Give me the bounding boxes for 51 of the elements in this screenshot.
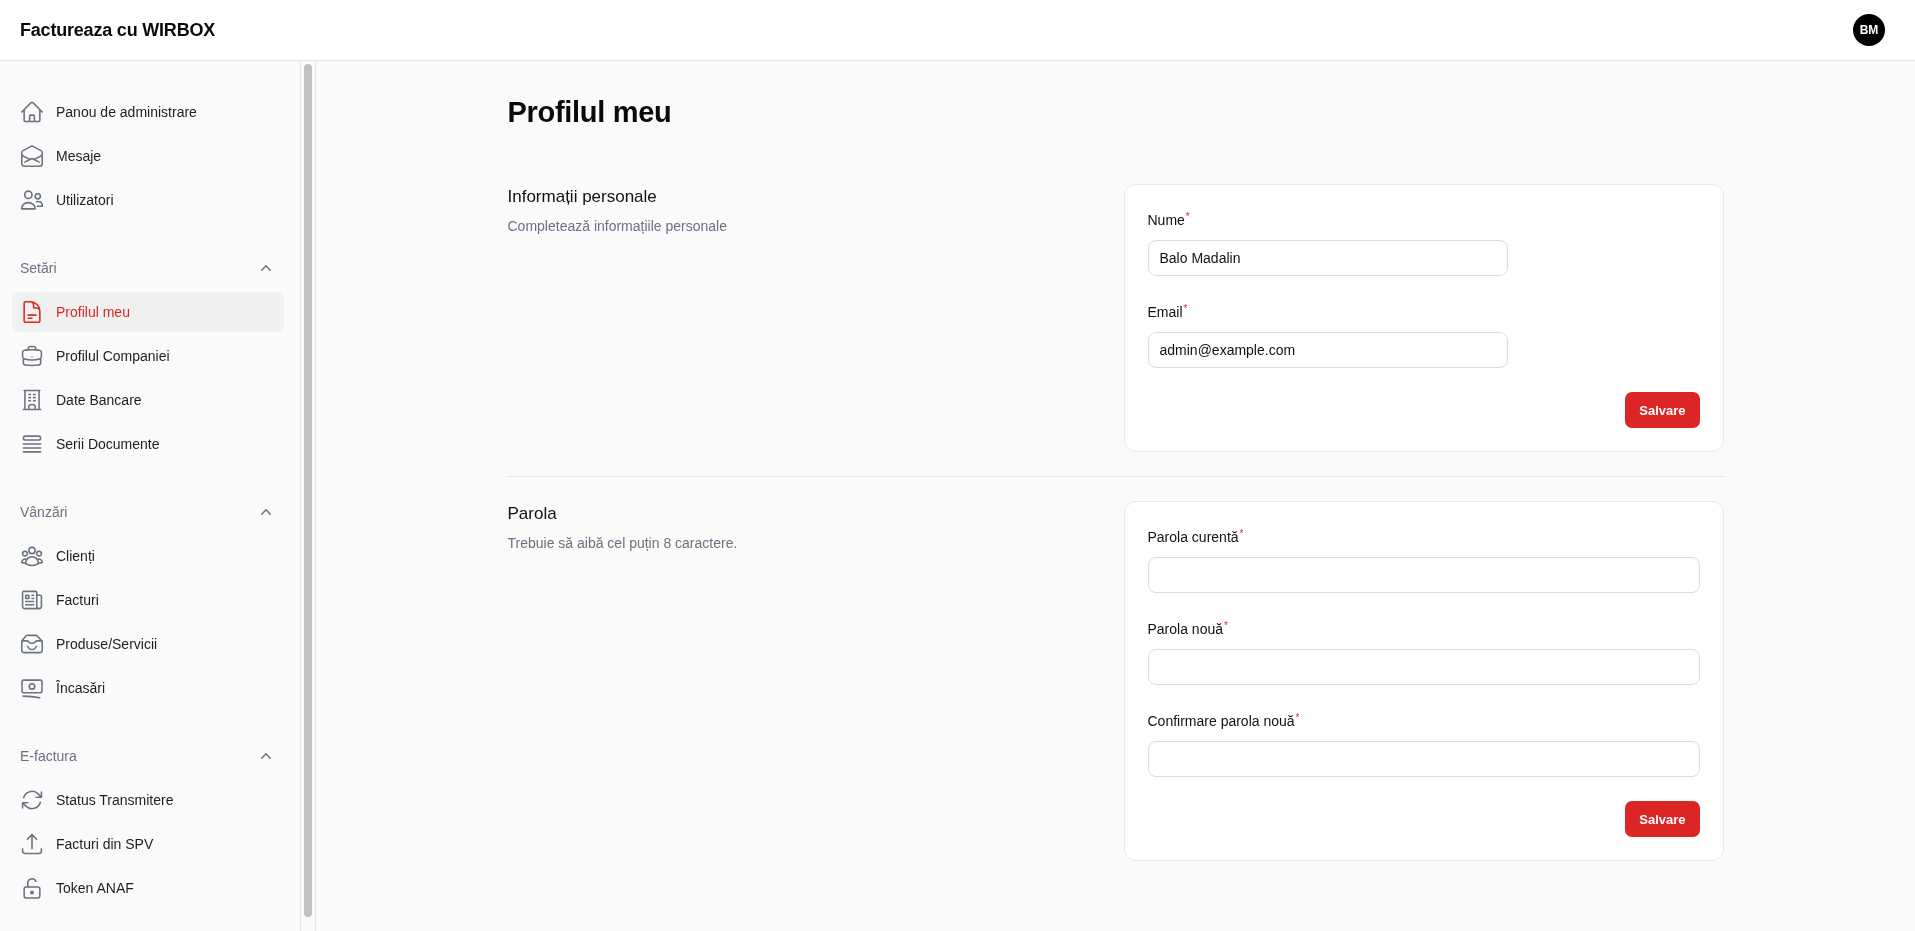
sidebar-item[interactable]: Serii Documente <box>12 424 284 464</box>
section-title: Informații personale <box>507 186 658 208</box>
refresh-icon <box>21 789 43 811</box>
sidebar-item[interactable]: Profilul meu <box>12 292 284 332</box>
upload-icon <box>21 833 43 855</box>
sidebar-item[interactable]: Status Transmitere <box>12 780 284 820</box>
document-icon <box>21 301 43 323</box>
banknote-icon <box>21 677 43 699</box>
briefcase-icon <box>21 345 43 367</box>
save-button[interactable]: Salvare <box>1625 392 1700 428</box>
sidebar-item[interactable]: Utilizatori <box>12 180 284 220</box>
password-field[interactable] <box>1147 649 1700 685</box>
page-title: Profilul meu <box>507 95 673 130</box>
sidebar-item[interactable]: Facturi din SPV <box>12 824 284 864</box>
password-field[interactable] <box>1147 557 1700 593</box>
padlock-icon <box>21 877 43 899</box>
user-group-icon <box>21 545 43 567</box>
field-label: Parola nouă$^{*}$ <box>1147 619 1229 639</box>
sidebar-item[interactable]: Profilul Companiei <box>12 336 284 376</box>
sidebar-item[interactable]: Panou de administrare <box>12 92 284 132</box>
field-label: Confirmare parola nouă$^{*}$ <box>1147 711 1301 731</box>
newspaper-icon <box>21 589 43 611</box>
building-icon <box>21 389 43 411</box>
scrollbar[interactable] <box>304 64 312 917</box>
field-label: Parola curentă$^{*}$ <box>1147 527 1245 547</box>
list-icon <box>21 433 43 455</box>
password-field[interactable] <box>1147 741 1700 777</box>
section-description: Trebuie să aibă cel puțin 8 caractere. <box>507 534 738 553</box>
input-field[interactable]: Balo Madalin <box>1147 240 1508 276</box>
sidebar-item[interactable]: Produse/Servicii <box>12 624 284 664</box>
sidebar-item[interactable]: Token ANAF <box>12 868 284 908</box>
sidebar-item[interactable]: Date Bancare <box>12 380 284 420</box>
sidebar-section-toggle[interactable]: E-factura <box>12 736 284 776</box>
field-label: Nume$^{*}$ <box>1147 210 1191 230</box>
sidebar-section-toggle[interactable]: Setări <box>12 248 284 288</box>
input-field[interactable]: admin@example.com <box>1147 332 1508 368</box>
envelope-icon <box>21 145 43 167</box>
user-avatar[interactable]: BM <box>1853 14 1885 46</box>
sidebar-item[interactable]: Mesaje <box>12 136 284 176</box>
sidebar-item[interactable]: Clienți <box>12 536 284 576</box>
section-description: Completează informațiile personale <box>507 217 727 236</box>
section-title: Parola <box>507 503 558 525</box>
sidebar-item[interactable]: Încasări <box>12 668 284 708</box>
sidebar-section-toggle[interactable]: Vânzări <box>12 492 284 532</box>
tray-icon <box>21 633 43 655</box>
app-title: Factureaza cu WIRBOX <box>20 19 216 41</box>
save-button[interactable]: Salvare <box>1625 801 1700 837</box>
home-icon <box>21 101 43 123</box>
users-icon <box>21 189 43 211</box>
sidebar-item[interactable]: Facturi <box>12 580 284 620</box>
field-label: Email$^{*}$ <box>1147 302 1189 322</box>
